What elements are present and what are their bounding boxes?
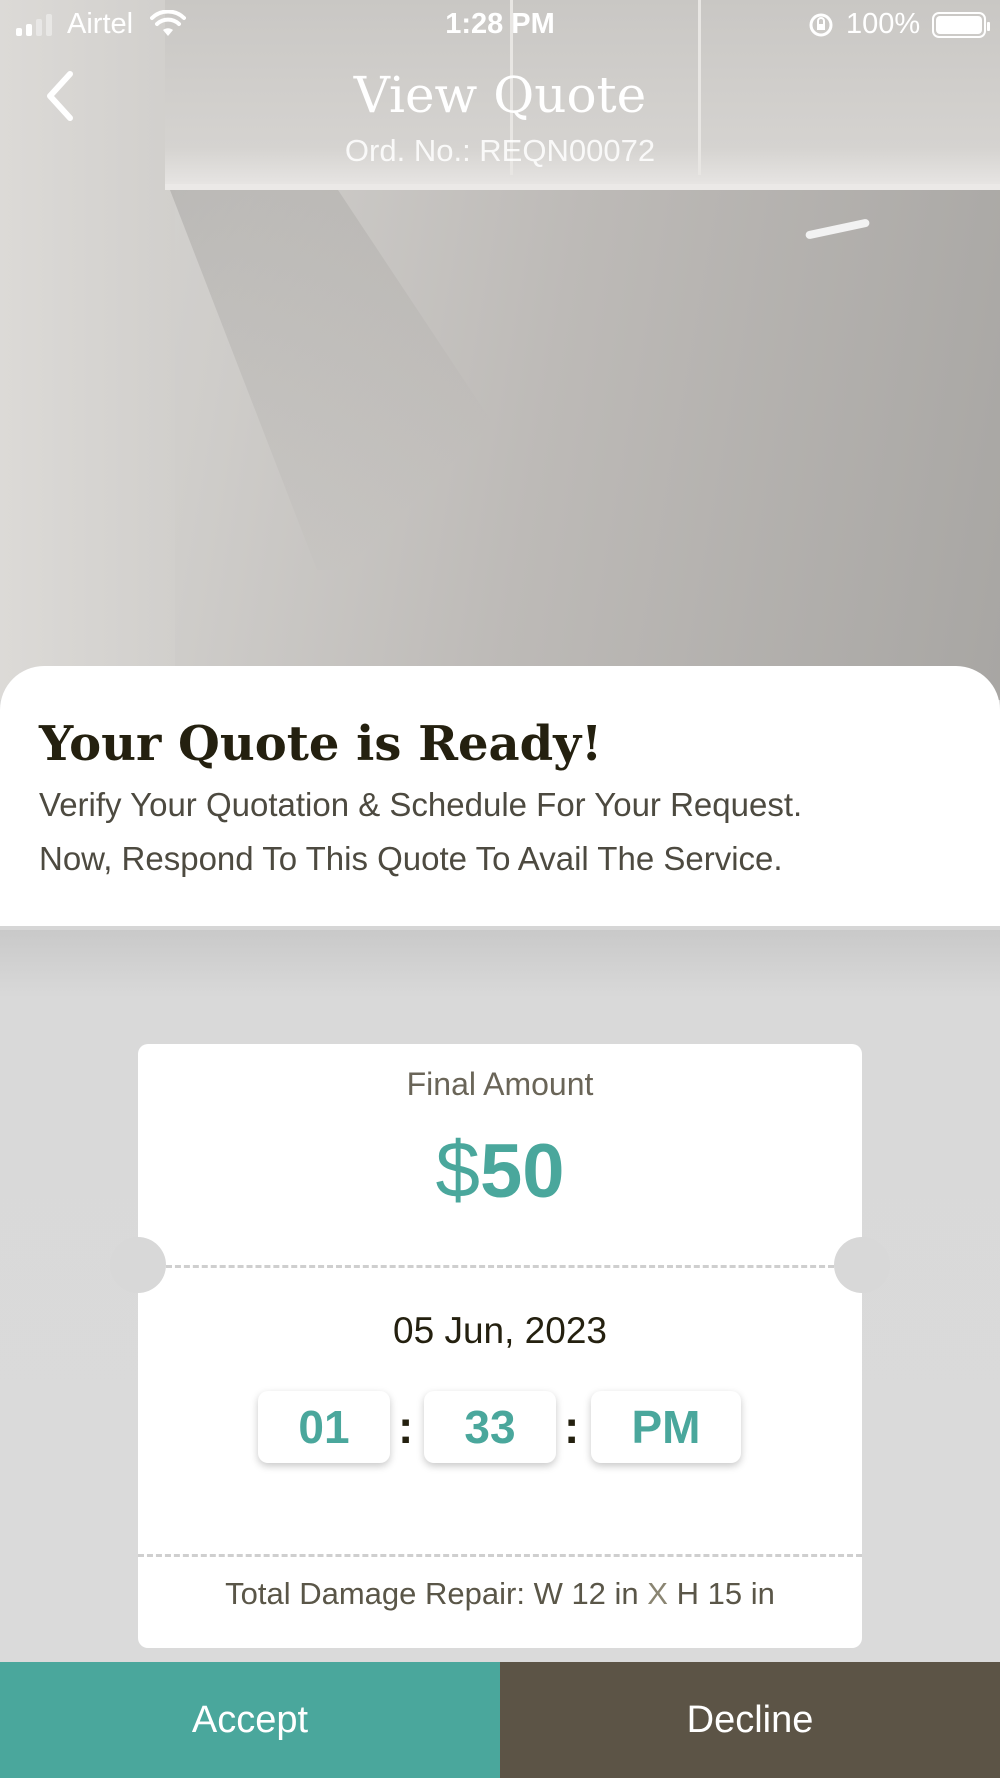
decline-button[interactable]: Decline (500, 1662, 1000, 1778)
schedule-date: 05 Jun, 2023 (393, 1310, 607, 1351)
time-separator: : (564, 1401, 580, 1453)
time-ampm-box: PM (591, 1391, 741, 1463)
quote-ready-title: Your Quote is Ready! (39, 716, 603, 772)
battery-percent: 100% (846, 8, 921, 40)
order-number: Ord. No.: REQN00072 (344, 133, 656, 168)
time-minute-box: 33 (424, 1391, 556, 1463)
repair-height: H 15 in (676, 1576, 775, 1611)
ticket-notch-right (834, 1237, 890, 1293)
ticket-divider (138, 1554, 862, 1557)
status-bar: Airtel 1:28 PM 100% (0, 0, 1000, 50)
damage-repair-dimensions: Total Damage Repair: W 12 in X H 15 in (138, 1576, 862, 1612)
ticket-notch-left (110, 1237, 166, 1293)
amount-value: 50 (479, 1129, 565, 1214)
currency-symbol: $ (435, 1125, 480, 1214)
quote-ticket-card: Final Amount $50 05 Jun, 2023 01 : 33 : … (110, 1044, 890, 1648)
orientation-lock-icon (809, 13, 833, 37)
photo-hook (804, 218, 871, 240)
time-hour-box: 01 (258, 1391, 390, 1463)
battery-icon (932, 12, 990, 38)
ticket-divider (166, 1265, 834, 1268)
quote-ready-description-line2: Now, Respond To This Quote To Avail The … (39, 840, 783, 877)
final-amount: $50 (138, 1124, 862, 1216)
accept-button[interactable]: Accept (0, 1662, 500, 1778)
page-title: View Quote (353, 66, 647, 124)
photo-shadow (170, 190, 590, 570)
repair-width: Total Damage Repair: W 12 in (225, 1576, 639, 1611)
quote-ready-panel: Your Quote is Ready! Verify Your Quotati… (0, 666, 1000, 926)
repair-times-symbol: X (647, 1576, 668, 1611)
final-amount-label: Final Amount (406, 1066, 594, 1102)
schedule-time: 01 : 33 : PM (258, 1391, 778, 1463)
time-separator: : (398, 1401, 414, 1453)
quote-ready-description-line1: Verify Your Quotation & Schedule For You… (39, 786, 803, 823)
